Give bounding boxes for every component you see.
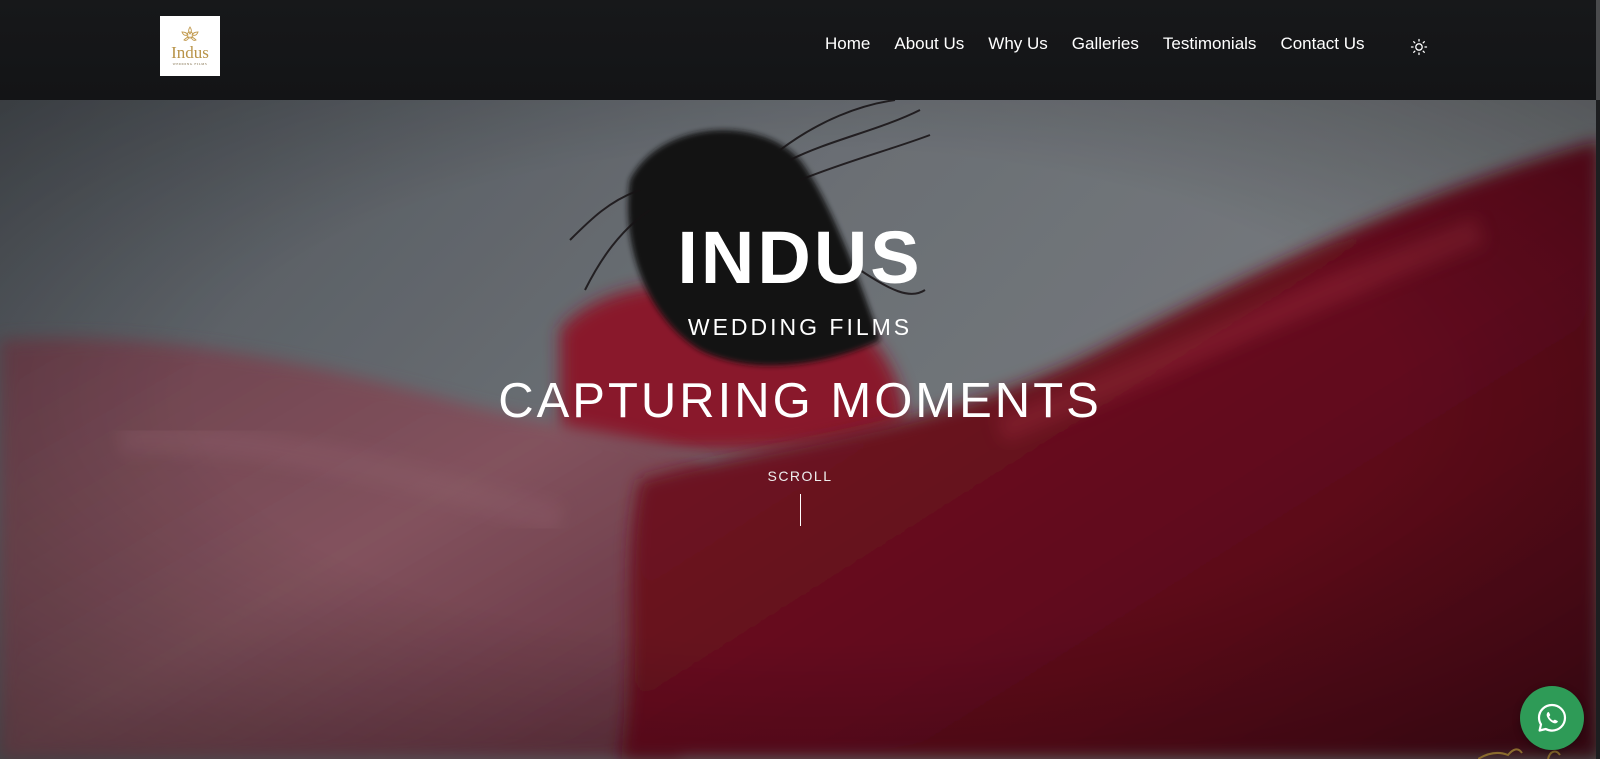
nav-home[interactable]: Home [825, 34, 870, 54]
theme-toggle-button[interactable] [1409, 37, 1429, 57]
nav-contact-us[interactable]: Contact Us [1280, 34, 1364, 54]
hero-subtitle: WEDDING FILMS [687, 314, 913, 340]
navbar: Indus WEDDING FILMS Home About Us Why Us… [0, 0, 1600, 100]
nav-testimonials[interactable]: Testimonials [1163, 34, 1257, 54]
nav-about-us[interactable]: About Us [894, 34, 964, 54]
logo-subtitle: WEDDING FILMS [172, 62, 208, 66]
whatsapp-button[interactable] [1520, 686, 1584, 750]
logo-wordmark: Indus [171, 43, 209, 62]
sun-icon [1410, 38, 1428, 56]
whatsapp-icon [1537, 703, 1567, 732]
scroll-indicator-label[interactable]: SCROLL [0, 468, 1600, 484]
nav-galleries[interactable]: Galleries [1072, 34, 1139, 54]
logo[interactable]: Indus WEDDING FILMS [160, 16, 220, 76]
hero-section: INDUS WEDDING FILMS CAPTURING MOMENTS SC… [0, 100, 1600, 759]
main-nav: Home About Us Why Us Galleries Testimoni… [825, 34, 1365, 54]
hero-title: INDUS [677, 216, 923, 299]
scroll-indicator-line [800, 494, 801, 526]
lotus-logo-icon [181, 26, 199, 41]
page: Indus WEDDING FILMS Home About Us Why Us… [0, 0, 1600, 759]
hero-tagline: CAPTURING MOMENTS [498, 374, 1102, 428]
page-scrollbar[interactable] [1596, 0, 1600, 759]
scrollbar-thumb[interactable] [1596, 0, 1600, 100]
nav-why-us[interactable]: Why Us [988, 34, 1048, 54]
